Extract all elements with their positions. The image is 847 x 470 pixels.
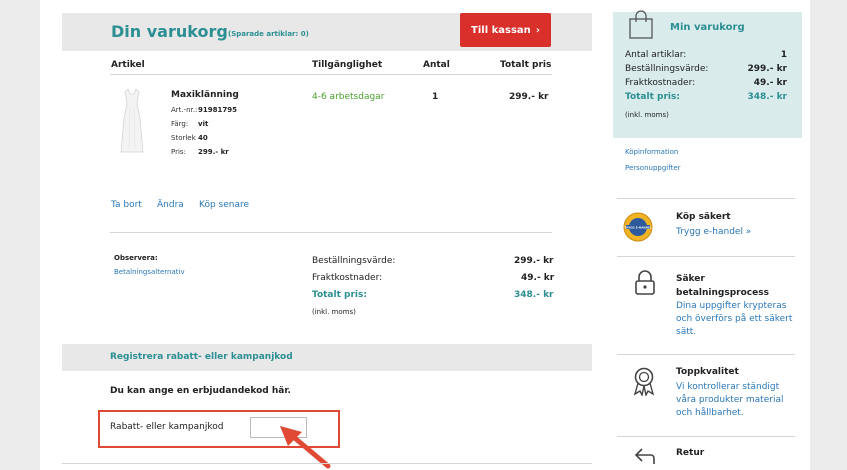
svg-text:TRYGG E-HANDEL: TRYGG E-HANDEL [624, 225, 652, 229]
trygg-ehandel-seal-icon[interactable]: TRYGG E-HANDEL [623, 212, 653, 242]
mini-cart-title: Min varukorg [670, 22, 745, 33]
cart-page: Din varukorg (Sparade artiklar: 0) Till … [40, 0, 810, 470]
purchase-info-link[interactable]: Köpinformation [625, 148, 678, 156]
product-image[interactable] [120, 88, 144, 154]
trygg-ehandel-link[interactable]: Trygg e-handel » [676, 226, 751, 239]
checkout-button[interactable]: Till kassan › [460, 13, 551, 47]
payment-options-link[interactable]: Betalningsalternativ [114, 268, 185, 276]
remove-link[interactable]: Ta bort [111, 200, 142, 210]
product-name[interactable]: Maxiklänning [171, 90, 239, 100]
product-article-number: Art.-nr.:91981795 [171, 106, 237, 114]
note-label: Observera: [114, 254, 158, 262]
sidebar-divider-2 [617, 256, 795, 257]
feature-secure-title: Köp säkert [676, 212, 731, 222]
chevron-right-icon: › [535, 24, 540, 36]
buy-later-link[interactable]: Köp senare [199, 200, 249, 210]
header-divider [110, 74, 552, 75]
bottom-divider [62, 463, 592, 464]
personal-data-link[interactable]: Personuppgifter [625, 164, 681, 172]
saved-items-count: (Sparade artiklar: 0) [228, 30, 309, 38]
mini-cart-order-value-row: Beställningsvärde: 299.- kr [625, 64, 787, 74]
item-divider [110, 232, 552, 233]
column-header-total: Totalt pris [500, 60, 552, 70]
column-header-availability: Tillgänglighet [312, 60, 383, 70]
page-title: Din varukorg [111, 22, 228, 41]
promo-intro: Du kan ange en erbjudandekod här. [110, 386, 291, 396]
feature-quality-title: Toppkvalitet [676, 367, 739, 377]
total-price-label: Totalt pris: [312, 290, 367, 300]
checkout-button-label: Till kassan [471, 24, 531, 36]
order-value-label: Beställningsvärde: [312, 256, 396, 266]
award-icon [633, 367, 655, 396]
product-price: Pris: 299.- kr [171, 148, 229, 156]
sidebar-divider-1 [617, 198, 795, 199]
shipping-label: Fraktkostnader: [312, 273, 383, 283]
vat-note: (inkl. moms) [312, 308, 356, 316]
promo-title: Registrera rabatt- eller kampanjkod [110, 352, 293, 362]
mini-cart-count-row: Antal artiklar: 1 [625, 50, 787, 60]
item-total-price: 299.- kr [509, 92, 549, 102]
feature-payment-text: Dina uppgifter krypteras och överförs på… [676, 301, 793, 337]
feature-payment-title: Säker betalningsprocess [676, 274, 769, 298]
column-header-quantity: Antal [423, 60, 450, 70]
lock-icon [635, 270, 655, 295]
product-size: Storlek 40 [171, 134, 208, 142]
item-quantity: 1 [432, 92, 439, 102]
mini-cart-vat-note: (inkl. moms) [625, 111, 669, 119]
mini-cart-shipping-row: Fraktkostnader: 49.- kr [625, 78, 787, 88]
shipping-cost: 49.- kr [521, 273, 555, 283]
feature-return-title: Retur [676, 448, 705, 458]
product-color: Färg: vit [171, 120, 209, 128]
shopping-bag-icon [629, 10, 653, 39]
sidebar-divider-4 [617, 436, 795, 437]
total-price: 348.- kr [514, 290, 554, 300]
sidebar-divider-3 [617, 354, 795, 355]
feature-quality-text: Vi kontrollerar ständigt våra produkter … [676, 382, 784, 418]
order-value: 299.- kr [514, 256, 554, 266]
availability-status: 4-6 arbetsdagar [312, 92, 385, 102]
edit-link[interactable]: Ändra [157, 200, 184, 210]
column-header-article: Artikel [111, 60, 145, 70]
return-arrow-icon [634, 448, 655, 464]
mini-cart-total-row: Totalt pris: 348.- kr [625, 92, 787, 102]
